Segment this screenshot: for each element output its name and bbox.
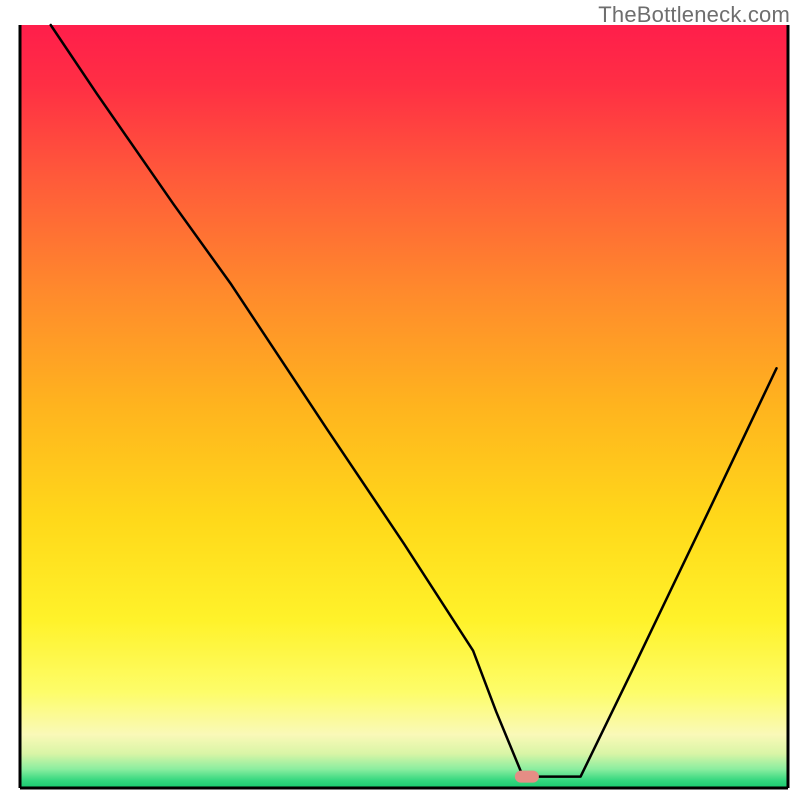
optimal-point-marker	[515, 771, 539, 783]
plot-background	[20, 25, 788, 788]
chart-svg	[0, 0, 800, 800]
watermark-text: TheBottleneck.com	[598, 2, 790, 28]
bottleneck-chart: TheBottleneck.com	[0, 0, 800, 800]
